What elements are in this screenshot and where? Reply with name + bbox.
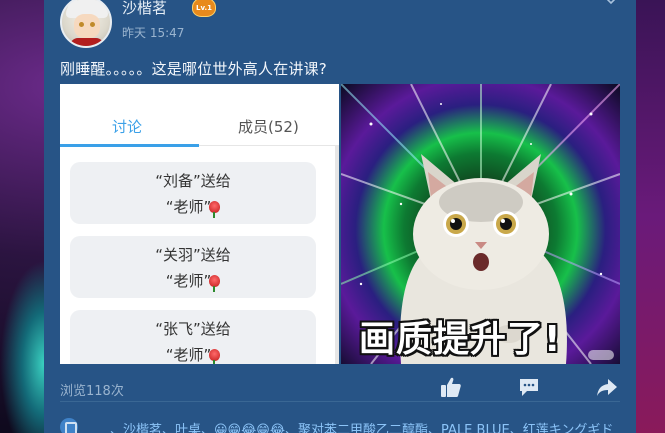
- post-header: 沙楷茗 Lv.1 昨天 15:47: [60, 0, 620, 50]
- gift-message: “关羽”送给 “老师”: [70, 236, 316, 298]
- share-icon[interactable]: [596, 376, 618, 398]
- gift-message: “张飞”送给 “老师”: [70, 310, 316, 364]
- thumbs-up-icon[interactable]: [440, 376, 462, 398]
- post-text: 刚睡醒。。。。。这是哪位世外高人在讲课?: [60, 60, 327, 78]
- rose-icon: [209, 349, 221, 364]
- post-image-cat-meme[interactable]: 画质提升了!: [341, 84, 620, 364]
- level-badge-icon: Lv.1: [192, 0, 216, 17]
- post-timestamp: 昨天 15:47: [122, 26, 185, 40]
- image-tab-discuss: 讨论: [112, 118, 143, 136]
- meme-caption: 画质提升了!: [359, 319, 562, 360]
- tab-underline: [60, 144, 199, 147]
- gift-sender: “张飞”送给: [155, 320, 231, 338]
- gift-receiver: “老师”: [70, 196, 316, 218]
- gift-message: “刘备”送给 “老师”: [70, 162, 316, 224]
- avatar[interactable]: [60, 0, 112, 48]
- gift-receiver: “老师”: [70, 270, 316, 292]
- background-right: [635, 0, 665, 433]
- view-count: 浏览118次: [60, 384, 124, 399]
- thumbs-up-badge-icon: [60, 418, 78, 433]
- likes-row: 、沙楷茗、叶桌、😀😁😂😁😂、聚对苯二甲酸乙二醇酯、PALE BLUE、红莲キング…: [60, 416, 636, 433]
- image-tab-members: 成员(52): [238, 118, 299, 136]
- comment-icon[interactable]: [518, 376, 540, 398]
- watermark: [588, 350, 614, 360]
- rose-icon: [209, 275, 221, 292]
- gift-sender: “刘备”送给: [155, 172, 231, 190]
- post-images: 讨论 成员(52) “刘备”送给 “老师” “关羽”送给 “老师” “张飞”送给…: [60, 84, 620, 364]
- rose-icon: [209, 201, 221, 218]
- image-scrollbar: [335, 146, 339, 364]
- chevron-down-icon[interactable]: [604, 0, 618, 8]
- background-glow: [0, 260, 44, 433]
- image-tab-bar: 讨论 成员(52): [60, 84, 339, 147]
- post-actions: 浏览118次: [60, 372, 620, 402]
- post-card: 沙楷茗 Lv.1 昨天 15:47 刚睡醒。。。。。这是哪位世外高人在讲课? 讨…: [44, 0, 636, 433]
- gift-sender: “关羽”送给: [155, 246, 231, 264]
- gift-receiver: “老师”: [70, 344, 316, 364]
- post-image-screenshot[interactable]: 讨论 成员(52) “刘备”送给 “老师” “关羽”送给 “老师” “张飞”送给…: [60, 84, 339, 364]
- likes-list[interactable]: 、沙楷茗、叶桌、😀😁😂😁😂、聚对苯二甲酸乙二醇酯、PALE BLUE、红莲キング…: [110, 419, 613, 433]
- username[interactable]: 沙楷茗: [122, 0, 167, 18]
